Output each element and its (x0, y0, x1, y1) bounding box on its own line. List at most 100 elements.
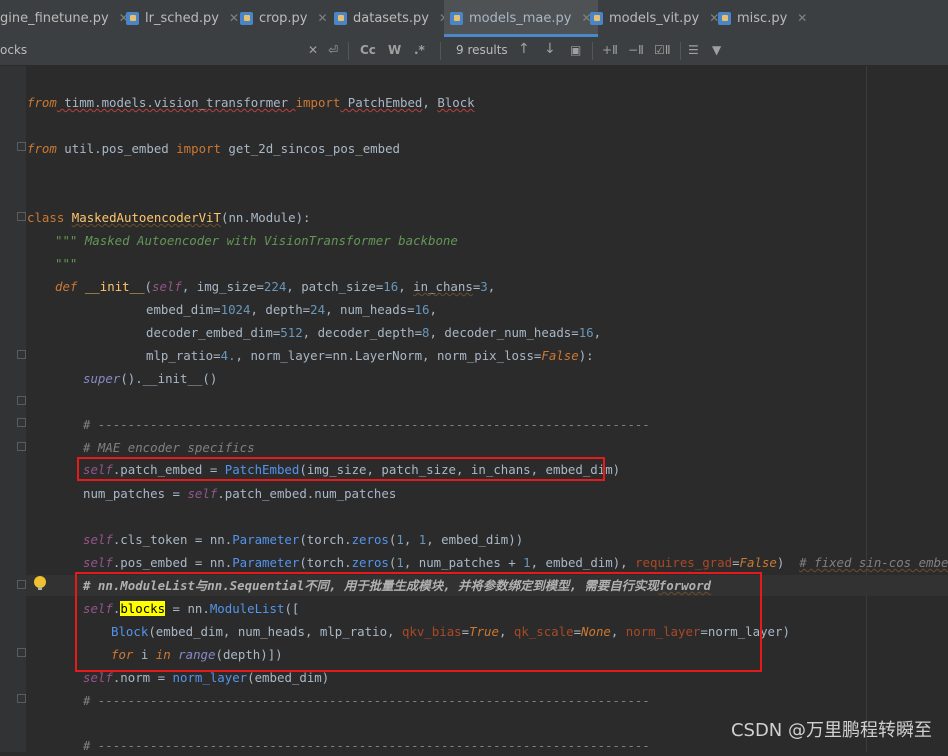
class-name: MaskedAutoencoderViT (71, 210, 221, 225)
code-text: decoder_embed_dim= (146, 325, 281, 340)
list-options-icon[interactable]: ☰ (688, 43, 699, 57)
divider (440, 42, 441, 60)
code-text: .pos_embed = nn. (112, 555, 233, 570)
fold-marker-icon[interactable] (17, 648, 26, 657)
code-text: , num_heads= (325, 302, 415, 317)
python-file-icon (450, 11, 463, 25)
fold-marker-icon[interactable] (17, 350, 26, 359)
tab-misc[interactable]: misc.py ✕ (718, 0, 807, 36)
code-text: (embed_dim) (247, 670, 330, 685)
editor-tab-bar: gine_finetune.py ✕ lr_sched.py ✕ crop.py… (0, 0, 948, 38)
right-margin-guide (866, 66, 867, 752)
code-line[interactable]: from timm.models.vision_transformer impo… (27, 92, 475, 113)
python-file-icon (590, 11, 603, 25)
code-text: , decoder_depth= (302, 325, 423, 340)
annotation-box (77, 457, 605, 481)
code-line[interactable]: embed_dim=1024, depth=24, num_heads=16, (146, 299, 437, 320)
search-input[interactable]: ocks (0, 43, 27, 57)
fold-marker-icon[interactable] (17, 442, 26, 451)
code-line[interactable]: # --------------------------------------… (83, 690, 650, 711)
match-case-toggle[interactable]: Cc (360, 43, 376, 57)
number: 1 (523, 555, 531, 570)
tab-datasets[interactable]: datasets.py ✕ (334, 0, 449, 36)
code-text: in_chans (413, 279, 473, 294)
code-text: , num_patches + (403, 555, 524, 570)
keyword: from (27, 95, 57, 110)
code-text: , depth= (250, 302, 311, 317)
builtin: super (83, 371, 121, 386)
close-icon[interactable]: ✕ (797, 11, 807, 25)
find-bar: ocks ✕ ⏎ Cc W .* 9 results ↑ ↓ ▣ +Ⅱ −Ⅱ ☑… (0, 37, 948, 66)
code-line[interactable]: """ (55, 253, 77, 274)
code-text: , (422, 95, 438, 110)
lightbulb-icon[interactable] (34, 576, 46, 590)
code-line[interactable]: num_patches = self.patch_embed.num_patch… (83, 483, 396, 504)
fold-marker-icon[interactable] (17, 212, 26, 221)
select-all-occurrences-icon[interactable]: ☑Ⅱ (654, 43, 671, 57)
arrow-up-icon[interactable]: ↑ (518, 41, 530, 57)
code-line[interactable]: # --------------------------------------… (83, 414, 650, 435)
tab-crop[interactable]: crop.py ✕ (240, 0, 328, 36)
tab-label: datasets.py (353, 10, 430, 26)
function-name: __init__ (77, 279, 145, 294)
code-text: embed_dim= (146, 302, 221, 317)
arrow-down-icon[interactable]: ↓ (544, 41, 556, 57)
code-text: , norm_layer=nn.LayerNorm, norm_pix_loss… (235, 348, 542, 363)
close-icon[interactable]: ✕ (318, 11, 328, 25)
code-text: num_patches = (83, 486, 188, 501)
regex-toggle[interactable]: .* (414, 43, 425, 57)
code-line[interactable]: # --------------------------------------… (83, 735, 650, 756)
code-text: = (732, 555, 740, 570)
code-text: timm.models.vision_transformer (56, 95, 296, 110)
code-line[interactable]: # MAE encoder specifics (83, 437, 255, 458)
code-editor[interactable]: from timm.models.vision_transformer impo… (0, 66, 948, 753)
code-line[interactable]: from util.pos_embed import get_2d_sincos… (27, 138, 400, 159)
search-results-count: 9 results (456, 43, 508, 57)
tab-label: misc.py (737, 10, 788, 26)
filter-icon[interactable]: ▼ (712, 43, 721, 57)
fold-marker-icon[interactable] (17, 580, 26, 589)
code-text: , (398, 279, 414, 294)
clear-search-icon[interactable]: ✕ (308, 43, 318, 57)
code-line[interactable]: decoder_embed_dim=512, decoder_depth=8, … (146, 322, 601, 343)
code-line[interactable]: mlp_ratio=4., norm_layer=nn.LayerNorm, n… (146, 345, 594, 366)
tab-lr-sched[interactable]: lr_sched.py ✕ (126, 0, 239, 36)
code-line[interactable]: """ Masked Autoencoder with VisionTransf… (55, 230, 458, 251)
code-text: get_2d_sincos_pos_embed (220, 141, 401, 156)
code-text: , embed_dim)) (426, 532, 524, 547)
remove-selection-icon[interactable]: −Ⅱ (628, 43, 644, 57)
self-keyword: self (83, 670, 113, 685)
tab-label: lr_sched.py (145, 10, 219, 26)
fold-marker-icon[interactable] (17, 694, 26, 703)
fold-marker-icon[interactable] (17, 396, 26, 405)
self-keyword: self (83, 555, 113, 570)
code-line[interactable]: class MaskedAutoencoderViT(nn.Module): (27, 207, 311, 228)
tab-models-mae[interactable]: models_mae.py ✕ (444, 0, 598, 37)
code-line[interactable]: def __init__(self, img_size=224, patch_s… (55, 276, 495, 297)
code-line[interactable]: self.cls_token = nn.Parameter(torch.zero… (83, 529, 523, 550)
number: 16 (414, 302, 430, 317)
tab-models-vit[interactable]: models_vit.py ✕ (590, 0, 719, 36)
code-line[interactable]: super().__init__() (83, 368, 217, 389)
tab-label: models_mae.py (469, 10, 572, 26)
number: 16 (578, 325, 594, 340)
code-line[interactable]: self.pos_embed = nn.Parameter(torch.zero… (83, 552, 948, 573)
self-keyword: self (187, 486, 218, 501)
code-text: ): (578, 348, 594, 363)
code-text: , (403, 532, 419, 547)
code-text: mlp_ratio= (146, 348, 221, 363)
class-call: Parameter (232, 555, 300, 570)
open-in-window-icon[interactable]: ▣ (570, 43, 581, 57)
tab-engine-finetune[interactable]: gine_finetune.py ✕ (0, 0, 129, 36)
fold-marker-icon[interactable] (17, 418, 26, 427)
close-icon[interactable]: ✕ (229, 11, 239, 25)
new-line-icon[interactable]: ⏎ (328, 43, 338, 57)
number: 1024 (220, 302, 251, 317)
add-selection-icon[interactable]: +Ⅱ (602, 43, 618, 57)
number: 512 (280, 325, 303, 340)
number: 24 (310, 302, 326, 317)
fold-marker-icon[interactable] (17, 142, 26, 151)
self-keyword: self (152, 279, 182, 294)
whole-words-toggle[interactable]: W (388, 43, 401, 57)
